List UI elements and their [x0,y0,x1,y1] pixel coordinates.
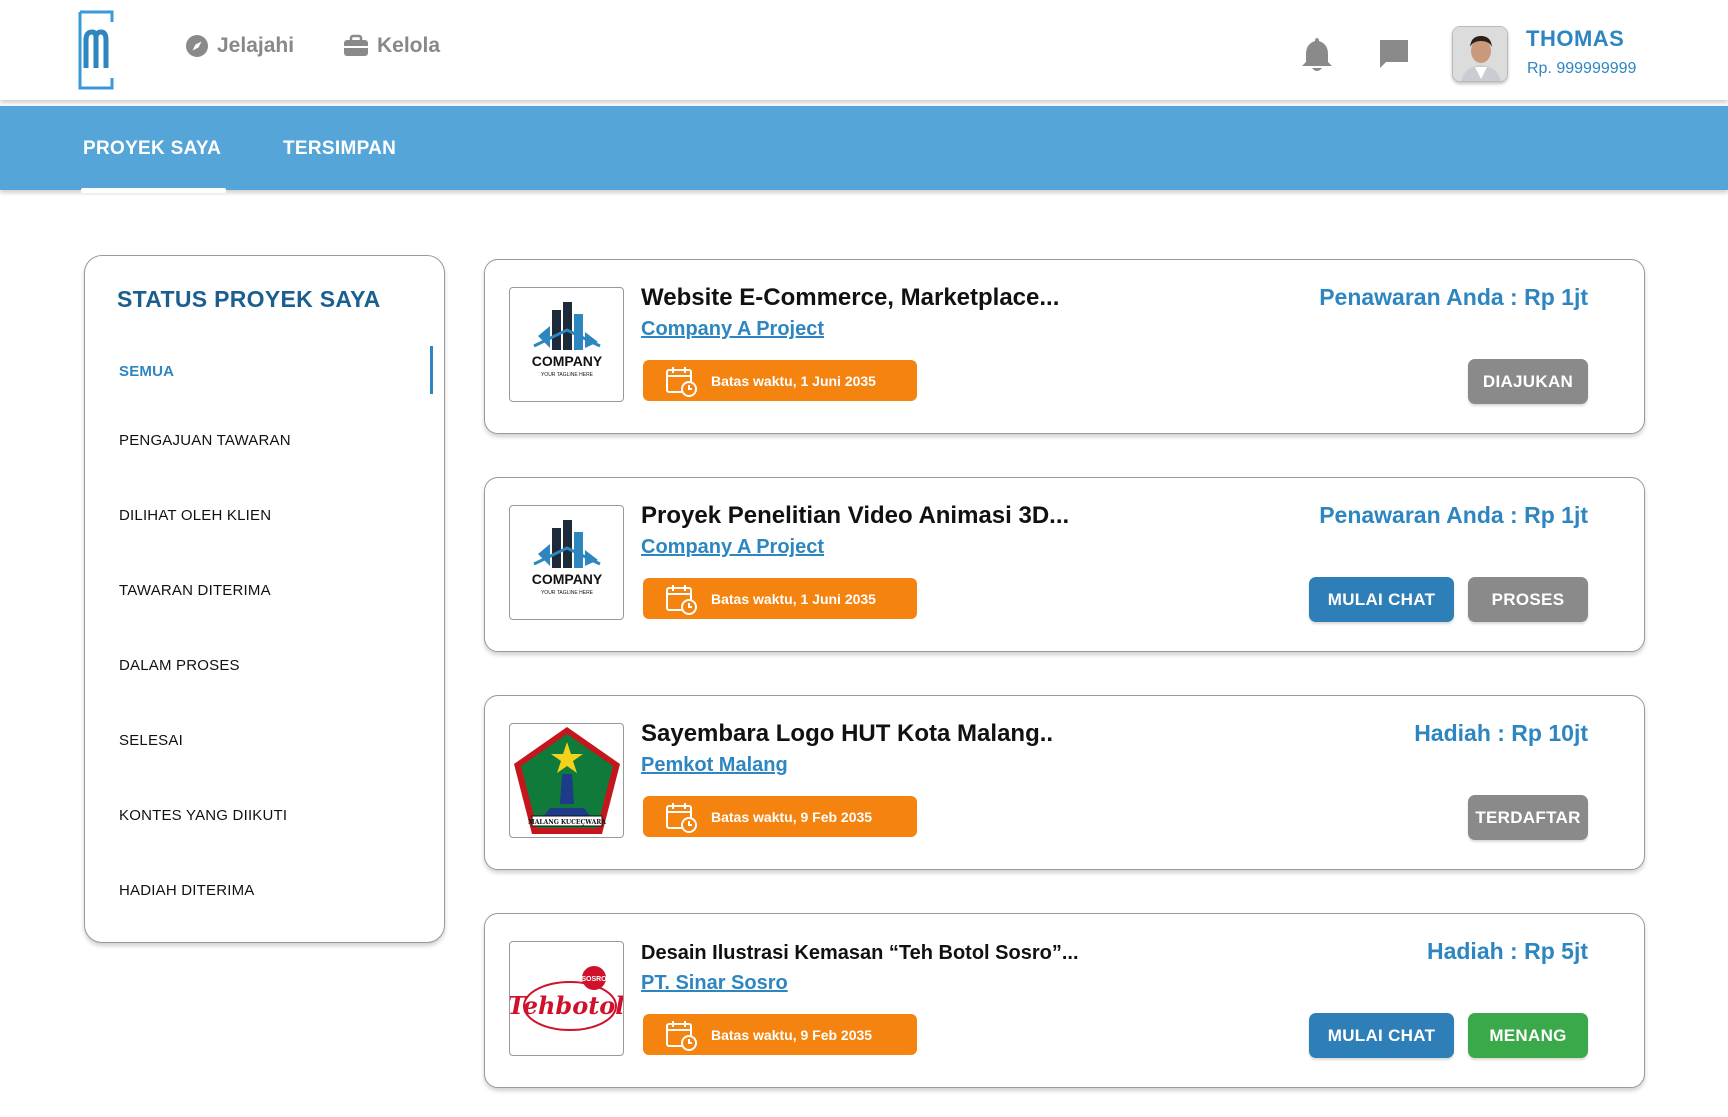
active-tab-indicator [81,188,226,193]
status-badge: PROSES [1468,577,1588,622]
svg-text:COMPANY: COMPANY [532,353,603,369]
tehbotol-logo: SOSRO Tehbotol [509,941,624,1056]
active-filter-indicator [430,346,433,394]
deadline-badge: Batas waktu, 1 Juni 2035 [643,360,917,401]
avatar[interactable] [1452,26,1508,82]
filter-dilihat-oleh-klien[interactable]: DILIHAT OLEH KLIEN [119,507,271,524]
deadline-text: Batas waktu, 1 Juni 2035 [711,590,876,607]
nav-jelajahi[interactable]: Jelajahi [185,34,294,58]
svg-text:YOUR TAGLINE HERE: YOUR TAGLINE HERE [541,590,594,596]
nav-jelajahi-label: Jelajahi [217,34,295,57]
company-logo: COMPANY YOUR TAGLINE HERE [509,287,624,402]
project-title[interactable]: Sayembara Logo HUT Kota Malang.. [641,720,1053,748]
svg-text:MALANG KUCEÇWARA: MALANG KUCEÇWARA [528,819,606,826]
deadline-text: Batas waktu, 1 Juni 2035 [711,372,876,389]
project-card[interactable]: COMPANY YOUR TAGLINE HERE Website E-Comm… [484,259,1645,434]
sidebar-title: STATUS PROYEK SAYA [117,286,381,312]
nav-kelola[interactable]: Kelola [343,34,440,58]
app-logo-icon[interactable] [78,10,114,90]
client-link[interactable]: Pemkot Malang [641,754,788,777]
compass-icon [186,35,208,57]
client-link[interactable]: Company A Project [641,536,824,559]
filter-selesai[interactable]: SELESAI [119,732,183,749]
calendar-clock-icon [666,1020,697,1051]
bid-price: Penawaran Anda : Rp 1jt [1319,502,1588,528]
filter-semua[interactable]: SEMUA [119,363,174,380]
client-link[interactable]: Company A Project [641,318,824,341]
prize-amount: Hadiah : Rp 10jt [1414,720,1588,746]
user-name[interactable]: THOMAS [1526,26,1624,52]
prize-amount: Hadiah : Rp 5jt [1426,938,1588,964]
filter-dalam-proses[interactable]: DALAM PROSES [119,657,240,674]
project-card[interactable]: MALANG KUCEÇWARA Sayembara Logo HUT Kota… [484,695,1645,870]
deadline-text: Batas waktu, 9 Feb 2035 [711,808,873,825]
project-title[interactable]: Website E-Commerce, Marketplace... [641,284,1059,312]
message-icon[interactable] [1378,38,1410,70]
project-title[interactable]: Desain Ilustrasi Kemasan “Teh Botol Sosr… [641,942,1079,965]
project-card[interactable]: SOSRO Tehbotol Desain Ilustrasi Kemasan … [484,913,1645,1088]
filter-tawaran-diterima[interactable]: TAWARAN DITERIMA [119,582,271,599]
project-card[interactable]: COMPANY YOUR TAGLINE HERE Proyek Penelit… [484,477,1645,652]
user-balance: Rp. 999999999 [1527,60,1637,77]
svg-text:YOUR TAGLINE HERE: YOUR TAGLINE HERE [541,372,594,378]
status-badge: MENANG [1468,1013,1588,1058]
briefcase-icon [344,34,368,56]
svg-text:COMPANY: COMPANY [532,571,603,587]
status-badge: DIAJUKAN [1468,359,1588,404]
start-chat-button[interactable]: MULAI CHAT [1309,1013,1454,1058]
malang-emblem: MALANG KUCEÇWARA [509,723,624,838]
client-link[interactable]: PT. Sinar Sosro [641,972,788,995]
deadline-badge: Batas waktu, 1 Juni 2035 [643,578,917,619]
top-header: Jelajahi Kelola THOMAS Rp. 999999999 [0,0,1728,100]
user-photo-icon [1453,27,1507,81]
tab-proyek-saya[interactable]: PROYEK SAYA [83,138,221,160]
company-logo: COMPANY YOUR TAGLINE HERE [509,505,624,620]
bid-price: Penawaran Anda : Rp 1jt [1319,284,1588,310]
calendar-clock-icon [666,366,697,397]
filter-pengajuan-tawaran[interactable]: PENGAJUAN TAWARAN [119,432,291,449]
status-badge: TERDAFTAR [1468,795,1588,840]
filter-kontes-yang-diikuti[interactable]: KONTES YANG DIIKUTI [119,807,287,824]
svg-text:Tehbotol: Tehbotol [510,991,624,1020]
deadline-badge: Batas waktu, 9 Feb 2035 [643,1014,917,1055]
calendar-clock-icon [666,802,697,833]
bell-icon[interactable] [1300,36,1334,72]
deadline-text: Batas waktu, 9 Feb 2035 [711,1026,873,1043]
tab-tersimpan[interactable]: TERSIMPAN [283,138,396,160]
tab-bar: PROYEK SAYA TERSIMPAN [0,106,1728,193]
status-sidebar: STATUS PROYEK SAYA SEMUA PENGAJUAN TAWAR… [84,255,445,943]
start-chat-button[interactable]: MULAI CHAT [1309,577,1454,622]
svg-text:SOSRO: SOSRO [581,976,607,983]
calendar-clock-icon [666,584,697,615]
filter-hadiah-diterima[interactable]: HADIAH DITERIMA [119,882,255,899]
deadline-badge: Batas waktu, 9 Feb 2035 [643,796,917,837]
project-title[interactable]: Proyek Penelitian Video Animasi 3D... [641,502,1069,530]
nav-kelola-label: Kelola [377,34,441,57]
